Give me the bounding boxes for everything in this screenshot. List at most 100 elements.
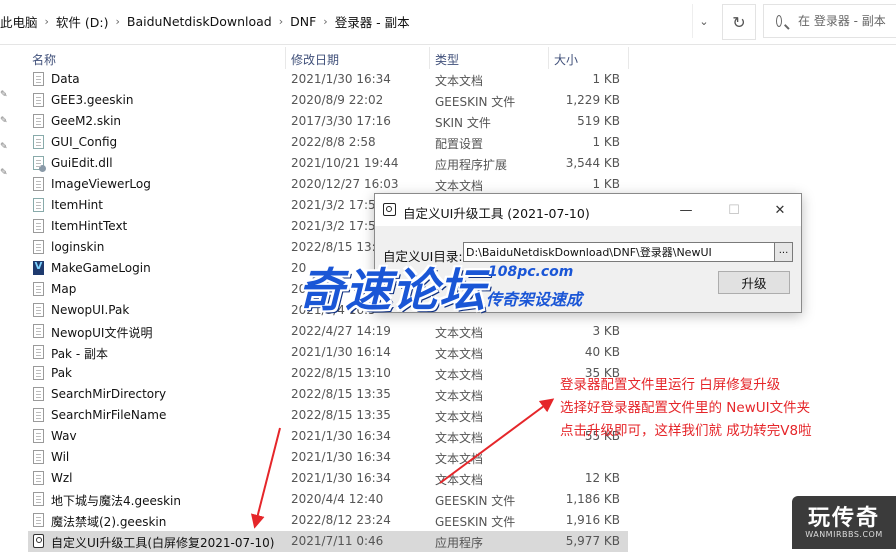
- file-type: 文本文档: [435, 389, 484, 403]
- file-date: 2022/8/15 13:10: [291, 366, 391, 380]
- search-input[interactable]: [796, 13, 896, 29]
- file-icon: [33, 282, 44, 296]
- file-icon: [33, 114, 44, 128]
- file-size: 1,186 KB: [565, 492, 620, 506]
- file-type: 配置设置: [435, 137, 484, 151]
- file-date: 2022/4/27 14:19: [291, 324, 391, 338]
- file-row[interactable]: NewopUI文件说明 2022/4/27 14:19 文本文档 3 KB: [28, 321, 628, 342]
- column-divider[interactable]: [548, 47, 549, 69]
- dll-file-icon: [33, 156, 46, 172]
- file-date: 2022/8/15 13:2: [291, 240, 384, 254]
- browse-button[interactable]: ...: [775, 242, 793, 262]
- file-row[interactable]: ImageViewerLog 2020/12/27 16:03 文本文档 1 KB: [28, 174, 628, 195]
- dir-path-input[interactable]: [464, 243, 774, 261]
- file-date: 2021/1/30 16:34: [291, 429, 391, 443]
- minimize-button[interactable]: —: [663, 194, 709, 226]
- text-file-icon: [33, 387, 44, 401]
- file-name: GuiEdit.dll: [51, 156, 113, 170]
- file-row[interactable]: 地下城与魔法4.geeskin 2020/4/4 12:40 GEESKIN 文件 1…: [28, 489, 628, 510]
- file-name: Wav: [51, 429, 77, 443]
- chevron-right-icon[interactable]: ›: [323, 15, 327, 28]
- file-date: 2017/3/30 17:16: [291, 114, 391, 128]
- watermark-brand: 奇速论坛: [298, 263, 486, 317]
- file-size: 3,544 KB: [565, 156, 620, 170]
- file-row[interactable]: Wav 2021/1/30 16:34 文本文档 55 KB: [28, 426, 628, 447]
- column-divider[interactable]: [285, 47, 286, 69]
- text-file-icon: [33, 429, 44, 443]
- watermark-slogan: 传奇架设速成: [486, 290, 583, 309]
- file-type: 文本文档: [435, 452, 484, 466]
- breadcrumb-item[interactable]: 软件 (D:): [56, 12, 109, 31]
- text-file-icon: [33, 324, 44, 338]
- file-name: Map: [51, 282, 77, 296]
- app-icon: [383, 203, 396, 216]
- file-date: 2020/4/4 12:40: [291, 492, 384, 506]
- chevron-right-icon[interactable]: ›: [45, 15, 49, 28]
- file-date: 2022/8/15 13:35: [291, 408, 391, 422]
- file-name: Pak: [51, 366, 72, 380]
- file-type: 文本文档: [435, 326, 484, 340]
- dialog-title-bar[interactable]: 自定义UI升级工具 (2021-07-10) — ☐ ✕: [375, 194, 801, 226]
- close-button[interactable]: ✕: [757, 194, 803, 226]
- refresh-button[interactable]: ↻: [722, 4, 756, 40]
- file-row[interactable]: Wzl 2021/1/30 16:34 文本文档 12 KB: [28, 468, 628, 489]
- file-name: Data: [51, 72, 80, 86]
- file-row[interactable]: SearchMirDirectory 2022/8/15 13:35 文本文档: [28, 384, 628, 405]
- file-date: 2021/3/2 17:57: [291, 219, 384, 233]
- file-name: SearchMirFileName: [51, 408, 167, 422]
- file-row[interactable]: GUI_Config 2022/8/8 2:58 配置设置 1 KB: [28, 132, 628, 153]
- file-row[interactable]: Data 2021/1/30 16:34 文本文档 1 KB: [28, 69, 628, 90]
- breadcrumb-item[interactable]: BaiduNetdiskDownload: [127, 14, 272, 29]
- file-row[interactable]: GuiEdit.dll 2021/10/21 19:44 应用程序扩展 3,544 K…: [28, 153, 628, 174]
- file-name: ItemHintText: [51, 219, 128, 233]
- file-row[interactable]: 魔法禁域(2).geeskin 2022/8/12 23:24 GEESKIN 文件…: [28, 510, 628, 531]
- upgrade-button[interactable]: 升级: [718, 271, 790, 294]
- column-header-type[interactable]: 类型: [435, 47, 459, 71]
- file-row[interactable]: Wil 2021/1/30 16:34 文本文档: [28, 447, 628, 468]
- file-name: MakeGameLogin: [51, 261, 151, 275]
- file-row[interactable]: Pak 2022/8/15 13:10 文本文档 35 KB: [28, 363, 628, 384]
- file-size: 40 KB: [584, 345, 620, 359]
- config-file-icon: [33, 198, 44, 212]
- config-file-icon: [33, 135, 44, 149]
- file-name: Pak - 副本: [51, 347, 108, 361]
- column-header-date[interactable]: 修改日期: [291, 47, 339, 71]
- breadcrumb-item[interactable]: 此电脑: [0, 12, 38, 31]
- file-type: 文本文档: [435, 179, 484, 193]
- column-divider[interactable]: [429, 47, 430, 69]
- file-icon: [33, 93, 44, 107]
- chevron-right-icon[interactable]: ›: [279, 15, 283, 28]
- file-icon: [33, 492, 44, 506]
- file-name: SearchMirDirectory: [51, 387, 167, 401]
- file-date: 2022/8/15 13:35: [291, 387, 391, 401]
- file-date: 2021/1/30 16:34: [291, 450, 391, 464]
- file-type: 文本文档: [435, 368, 484, 382]
- file-name: 魔法禁域(2).geeskin: [51, 515, 167, 529]
- refresh-icon: ↻: [732, 12, 746, 32]
- file-name: GEE3.geeskin: [51, 93, 134, 107]
- breadcrumb-item[interactable]: 登录器 - 副本: [335, 12, 410, 31]
- column-header-name[interactable]: 名称: [32, 47, 56, 71]
- file-row[interactable]: GeeM2.skin 2017/3/30 17:16 SKIN 文件 519 KB: [28, 111, 628, 132]
- file-row[interactable]: GEE3.geeskin 2020/8/9 22:02 GEESKIN 文件 1,22…: [28, 90, 628, 111]
- breadcrumb[interactable]: 此电脑 › 软件 (D:) › BaiduNetdiskDownload › DNF › 登录器…: [0, 4, 710, 38]
- file-name: ImageViewerLog: [51, 177, 151, 191]
- text-file-icon: [33, 345, 44, 359]
- file-row[interactable]: Pak - 副本 2021/1/30 16:14 文本文档 40 KB: [28, 342, 628, 363]
- dir-path-field[interactable]: [463, 242, 775, 262]
- file-name: Wzl: [51, 471, 73, 485]
- chevron-right-icon[interactable]: ›: [116, 15, 120, 28]
- column-divider[interactable]: [628, 47, 629, 69]
- maximize-icon: ☐: [728, 202, 740, 218]
- text-file-icon: [33, 219, 44, 233]
- column-header-size[interactable]: 大小: [554, 47, 578, 71]
- search-box[interactable]: [763, 4, 896, 38]
- file-date: 2022/8/12 23:24: [291, 513, 391, 527]
- address-history-dropdown[interactable]: ⌄: [692, 4, 715, 38]
- breadcrumb-item[interactable]: DNF: [290, 14, 316, 29]
- file-name: NewopUI文件说明: [51, 326, 153, 340]
- file-type: 文本文档: [435, 74, 484, 88]
- file-date: 2021/7/11 0:46: [291, 534, 384, 548]
- file-row[interactable]: SearchMirFileName 2022/8/15 13:35 文本文档: [28, 405, 628, 426]
- file-name: NewopUI.Pak: [51, 303, 130, 317]
